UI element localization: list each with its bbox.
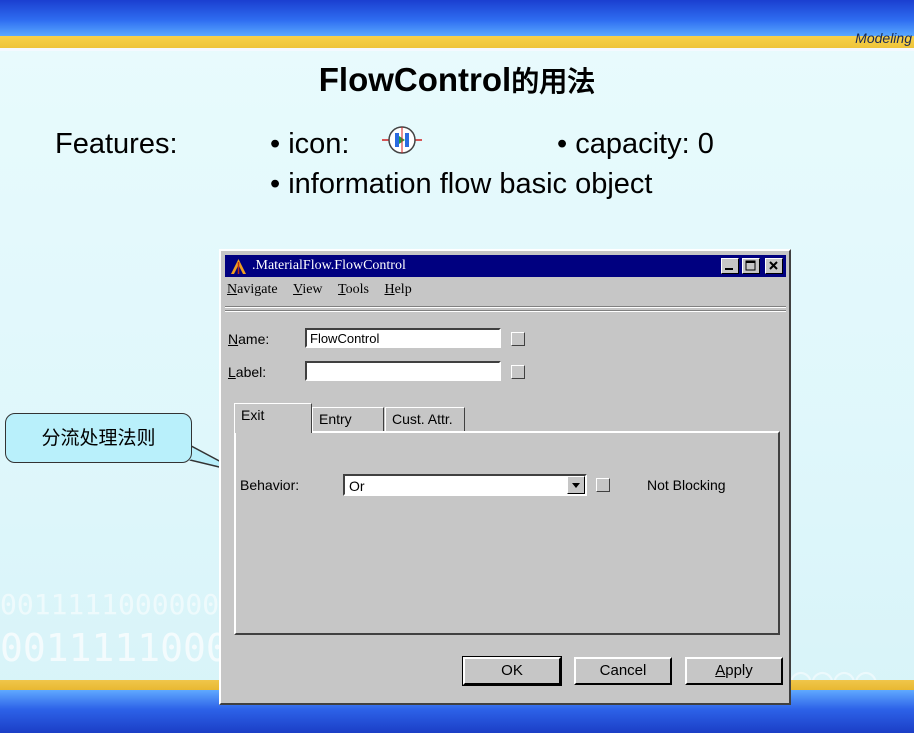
name-label: Name: <box>228 331 270 347</box>
menu-help[interactable]: Help <box>384 282 411 298</box>
slide-top-stripe <box>0 36 914 48</box>
cancel-button[interactable]: Cancel <box>574 657 672 685</box>
name-inherit-checkbox[interactable] <box>511 332 525 346</box>
tab-exit[interactable]: Exit <box>234 403 312 433</box>
menu-navigate[interactable]: Navigate <box>227 282 278 298</box>
menu-tools[interactable]: Tools <box>338 282 369 298</box>
title-chinese: 的用法 <box>511 65 596 98</box>
flowcontrol-dialog: .MaterialFlow.FlowControl Navigate View … <box>219 249 791 705</box>
bullet-capacity: • capacity: 0 <box>557 128 714 160</box>
menu-separator <box>225 306 786 308</box>
behavior-value: Or <box>349 478 365 494</box>
ok-button[interactable]: OK <box>462 656 562 686</box>
menu-separator-2 <box>225 310 786 312</box>
binary-decoration-large: 00111110000 <box>0 626 252 670</box>
label-field[interactable] <box>305 361 501 381</box>
exit-tab-panel: Behavior: Or Not Blocking <box>234 431 780 635</box>
chevron-down-icon <box>572 483 580 488</box>
tab-entry[interactable]: Entry <box>312 407 384 433</box>
apply-button[interactable]: Apply <box>685 657 783 685</box>
minimize-icon <box>725 268 733 270</box>
menu-view[interactable]: View <box>293 282 323 298</box>
dropdown-button[interactable] <box>567 476 585 494</box>
dialog-title: .MaterialFlow.FlowControl <box>252 258 406 273</box>
menubar: Navigate View Tools Help <box>227 282 424 302</box>
features-label: Features: <box>55 128 178 160</box>
maximize-button[interactable] <box>742 258 760 274</box>
behavior-inherit-checkbox[interactable] <box>596 478 610 492</box>
close-icon <box>769 261 778 270</box>
callout-text: 分流处理法则 <box>41 427 156 449</box>
close-button[interactable] <box>765 258 783 274</box>
dialog-titlebar[interactable]: .MaterialFlow.FlowControl <box>225 255 786 277</box>
slide-top-band <box>0 0 914 36</box>
binary-decoration: 0011111000000 <box>0 588 220 621</box>
name-field[interactable]: FlowControl <box>305 328 501 348</box>
section-label: Modeling <box>855 30 912 46</box>
tab-cust-attr[interactable]: Cust. Attr. <box>385 407 465 433</box>
minimize-button[interactable] <box>721 258 739 274</box>
slide-title: FlowControl的用法 <box>0 60 914 100</box>
bullet-icon: • icon: <box>270 128 350 160</box>
behavior-label: Behavior: <box>240 477 300 493</box>
app-icon <box>231 259 246 274</box>
title-english: FlowControl <box>318 61 512 98</box>
blocking-status: Not Blocking <box>647 477 726 493</box>
label-inherit-checkbox[interactable] <box>511 365 525 379</box>
behavior-select[interactable]: Or <box>343 474 587 496</box>
slide-top-line <box>0 48 914 51</box>
flowcontrol-icon <box>382 126 422 154</box>
bullet-information-flow: • information flow basic object <box>270 168 653 200</box>
label-label: Label: <box>228 364 267 380</box>
maximize-icon <box>745 260 756 271</box>
